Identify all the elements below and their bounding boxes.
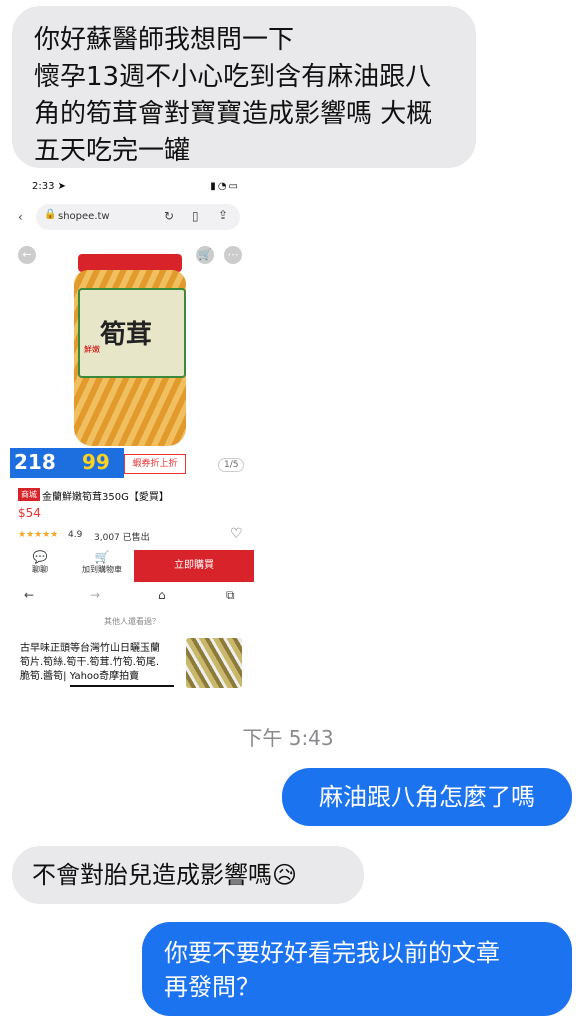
timestamp: 下午 5:43	[242, 726, 334, 750]
home-icon[interactable]: ⌂	[158, 588, 166, 602]
related-thumbnail[interactable]	[186, 638, 242, 688]
heart-icon[interactable]: ♡	[230, 526, 243, 542]
promo-tag: 蝦券折上折	[124, 454, 186, 474]
cart-icon: 🛒	[94, 550, 110, 564]
message-text: 麻油跟八角怎麼了嗎	[319, 783, 535, 811]
location-arrow-icon: ➤	[57, 181, 67, 192]
browser-nav-bar: ← → ⌂ ⧉	[10, 588, 254, 610]
mall-badge: 商城	[18, 488, 40, 501]
jar-label: 鮮嫩 筍茸	[78, 288, 186, 378]
message-bubble-outgoing: 你要不要好好看完我以前的文章 再發問？	[142, 922, 572, 1016]
message-bubble-incoming: 你好蘇醫師我想問一下 懷孕13週不小心吃到含有麻油跟八 角的筍茸會對寶寶造成影響…	[12, 6, 476, 168]
sold-count: 3,007 已售出	[94, 533, 150, 543]
chat-button[interactable]: 💬 聊聊	[10, 550, 70, 582]
url-bar[interactable]: 🔒 shopee.tw ↻ ▯ ⇪	[36, 204, 240, 230]
forward-icon[interactable]: →	[90, 588, 100, 602]
product-title: 金蘭鮮嫩筍茸350G【愛買】	[42, 492, 169, 503]
reload-icon[interactable]: ↻	[164, 209, 174, 223]
bookmark-icon[interactable]: ▯	[192, 209, 199, 223]
battery-icon: ▭	[228, 181, 240, 192]
home-indicator	[70, 685, 174, 687]
chat-icon: 💬	[32, 550, 48, 564]
more-icon[interactable]: ⋯	[224, 246, 242, 264]
image-pager: 1/5	[218, 458, 245, 472]
back-icon[interactable]: ‹	[18, 210, 23, 224]
signal-icon: ▮	[210, 181, 218, 192]
message-text: 不會對胎兒造成影響嗎😥	[32, 861, 298, 889]
buy-now-button[interactable]: 立即購買	[134, 550, 254, 582]
back-icon[interactable]: ←	[18, 246, 36, 264]
tabs-icon[interactable]: ⧉	[226, 588, 235, 603]
message-text: 你好蘇醫師我想問一下 懷孕13週不小心吃到含有麻油跟八 角的筍茸會對寶寶造成影響…	[34, 25, 433, 166]
add-to-cart-button[interactable]: 🛒 加到購物車	[70, 550, 134, 582]
wifi-icon: ◔	[217, 181, 229, 192]
cart-icon[interactable]: 🛒	[196, 246, 214, 264]
rating-value: 4.9	[68, 530, 83, 540]
status-time: 2:33 ➤	[32, 181, 67, 192]
message-bubble-outgoing: 麻油跟八角怎麼了嗎	[282, 768, 572, 826]
action-bar: 💬 聊聊 🛒 加到購物車 立即購買	[10, 550, 254, 582]
message-bubble-incoming: 不會對胎兒造成影響嗎😥	[12, 846, 364, 904]
back-icon[interactable]: ←	[24, 588, 34, 602]
url-text: shopee.tw	[58, 211, 110, 222]
rating-stars: ★★★★★	[18, 530, 59, 540]
share-icon[interactable]: ⇪	[218, 208, 228, 222]
sad-face-icon: 😥	[272, 861, 298, 889]
related-link[interactable]: 古早味正頭等台灣竹山日曬玉蘭 筍片.筍絲.筍干.筍茸.竹筍.筍尾. 脆筍.醬筍|…	[20, 642, 186, 684]
promo-banner[interactable]: 218 99	[10, 448, 124, 478]
product-price: $54	[18, 506, 41, 520]
others-viewed-label: 其他人還看過？	[104, 617, 160, 626]
attached-screenshot[interactable]: 2:33 ➤ ▮◔▭ ‹ 🔒 shopee.tw ↻ ▯ ⇪ ← 🛒 ⋯ 鮮嫩 …	[10, 176, 254, 696]
lock-icon: 🔒	[44, 209, 57, 220]
status-icons: ▮◔▭	[210, 181, 240, 192]
message-text: 你要不要好好看完我以前的文章 再發問？	[164, 939, 500, 1001]
